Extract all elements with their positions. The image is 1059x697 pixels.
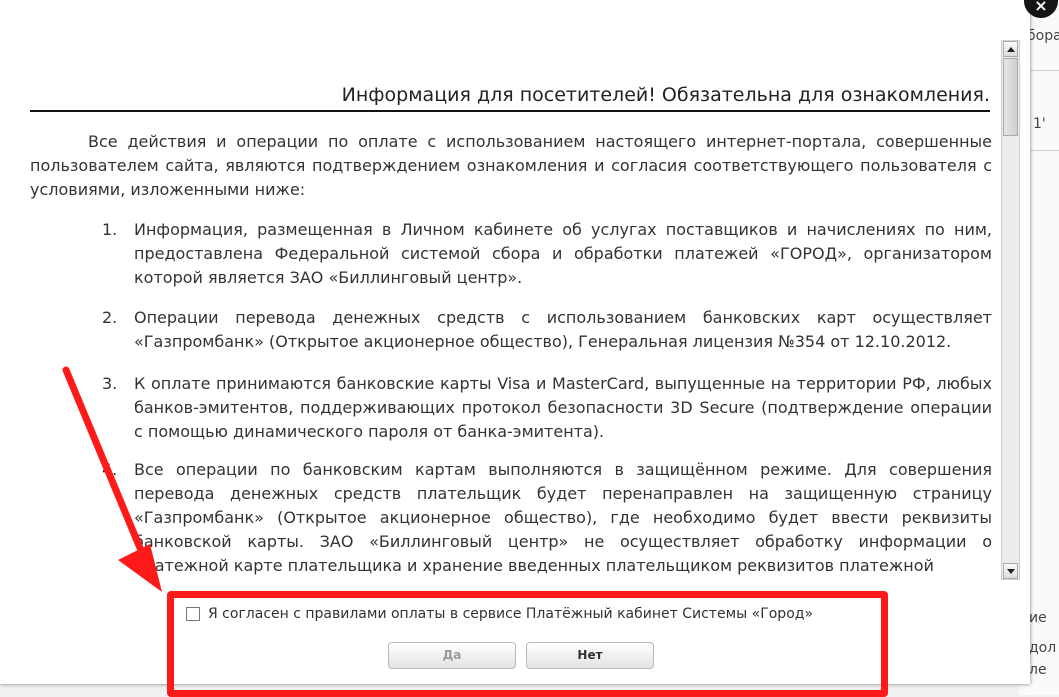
terms-item: 4. Все операции по банковским картам вып… [102,458,992,575]
close-icon: × [1034,0,1048,15]
agree-row[interactable]: Я согласен с правилами оплаты в сервисе … [186,606,813,622]
terms-title: Информация для посетителей! Обязательна … [30,84,990,112]
scroll-up-button[interactable] [1003,41,1018,57]
background-text: 1' [1033,116,1046,132]
terms-item-text: Операции перевода денежных средств с исп… [134,308,992,351]
arrow-up-icon [1006,46,1015,52]
background-text: бора [1027,28,1059,44]
yes-button[interactable]: Да [388,642,516,669]
terms-item-text: Все операции по банковским картам выполн… [134,460,992,575]
terms-content[interactable]: Информация для посетителей! Обязательна … [30,40,992,575]
terms-item-number: 4. [102,460,118,479]
background-text: ле [1029,662,1047,678]
no-button[interactable]: Нет [526,642,654,669]
terms-item-text: К оплате принимаются банковские карты Vi… [134,374,992,441]
payment-info-modal: Информация для посетителей! Обязательна … [0,0,1030,684]
terms-item-number: 3. [102,374,118,393]
agree-checkbox[interactable] [186,607,200,621]
terms-item: 1. Информация, размещенная в Личном каби… [102,218,992,290]
terms-item-text: Информация, размещенная в Личном кабинет… [134,220,992,287]
background-text: ие [1029,610,1047,626]
agree-label[interactable]: Я согласен с правилами оплаты в сервисе … [208,606,813,622]
scroll-down-button[interactable] [1003,563,1018,579]
arrow-down-icon [1006,568,1015,574]
terms-scrollbar[interactable] [1001,40,1020,580]
terms-item: 3. К оплате принимаются банковские карты… [102,372,992,444]
scroll-thumb[interactable] [1003,58,1018,136]
terms-item-number: 2. [102,308,118,327]
terms-item: 2. Операции перевода денежных средств с … [102,306,992,354]
background-text: дол [1029,640,1057,656]
terms-intro: Все действия и операции по оплате с испо… [30,132,992,199]
terms-item-number: 1. [102,220,118,239]
